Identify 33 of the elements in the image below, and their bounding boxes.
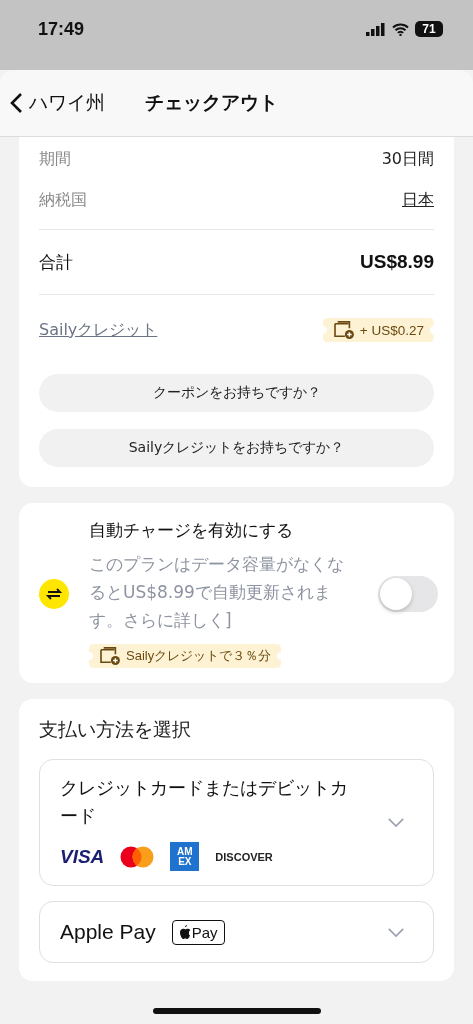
apple-icon: [178, 925, 191, 939]
back-button[interactable]: ハワイ州: [10, 90, 105, 116]
back-icon: [10, 92, 23, 114]
detail-label: 納税国: [39, 190, 87, 211]
wallet-icon: [332, 321, 355, 339]
wifi-icon: [392, 22, 409, 36]
clock: 17:49: [38, 18, 85, 40]
discover-logo: DISCOVER: [215, 850, 273, 863]
detail-value: 30日間: [381, 149, 434, 170]
visa-logo: VISA: [60, 845, 105, 868]
wallet-icon: [99, 647, 121, 665]
promo-button[interactable]: Sailyクレジットをお持ちですか？: [39, 429, 434, 467]
toggle-switch[interactable]: [378, 576, 438, 612]
auto-charge-title: 自動チャージを有効にする: [89, 519, 294, 542]
repeat-icon: [39, 579, 69, 609]
total-amount: US$8.99: [360, 251, 434, 273]
page-title: チェックアウト: [145, 90, 278, 115]
total-label: 合計: [39, 250, 73, 274]
auto-charge-description: このプランはデータ容量がなくなるとUS$8.99で自動更新されます。さらに詳しく]: [89, 553, 345, 632]
credit-badge: Sailyクレジットで３％分: [89, 644, 282, 668]
detail-link[interactable]: 日本: [402, 190, 434, 211]
payment-option[interactable]: Apple Pay Pay: [39, 901, 434, 963]
battery-level: 71: [415, 21, 443, 37]
amex-logo: AM EX: [170, 842, 200, 871]
apple-pay-badge: Pay: [171, 919, 225, 945]
promo-button[interactable]: クーポンをお持ちですか？: [39, 374, 434, 412]
section-title: 支払い方法を選択: [39, 717, 192, 742]
credit-link[interactable]: Sailyクレジット: [39, 319, 158, 341]
payment-option[interactable]: クレジットカードまたはデビットカード VISA AM EX DISCOVER: [39, 759, 434, 886]
signal-icon: [366, 22, 386, 36]
detail-label: 期間: [39, 149, 71, 170]
mastercard-logo: [120, 845, 155, 868]
credit-badge: + US$0.27: [322, 318, 434, 342]
